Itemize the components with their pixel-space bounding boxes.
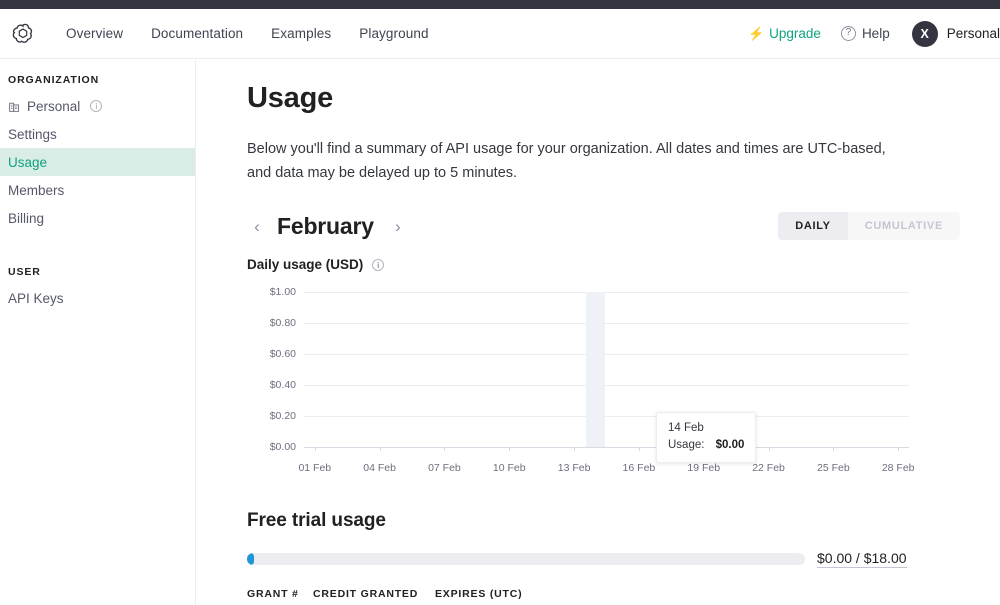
- tab-cumulative[interactable]: CUMULATIVE: [848, 212, 960, 240]
- x-axis-tick-mark: [574, 447, 576, 451]
- x-axis-tick-mark: [444, 447, 446, 451]
- chart-gridline: [304, 292, 909, 293]
- chart-title: Daily usage (USD) i: [247, 257, 960, 272]
- x-axis-tick-label: 28 Feb: [881, 462, 915, 474]
- help-button[interactable]: ? Help: [831, 20, 900, 47]
- progress-fill: [247, 553, 254, 565]
- site-header: Overview Documentation Examples Playgrou…: [0, 9, 1000, 59]
- x-axis-tick-mark: [314, 447, 316, 451]
- sidebar-item-label: Personal: [27, 98, 81, 114]
- grants-table: GRANT # CREDIT GRANTED EXPIRES (UTC) Gra…: [247, 588, 547, 605]
- free-trial-progress: $0.00 / $18.00: [247, 550, 960, 568]
- table-header-row: GRANT # CREDIT GRANTED EXPIRES (UTC): [247, 588, 547, 605]
- sidebar-section-user: USER: [8, 266, 41, 278]
- x-axis-tick-mark: [898, 447, 900, 451]
- x-axis-tick-mark: [833, 447, 835, 451]
- sidebar-item-label: Billing: [8, 210, 45, 226]
- avatar: X: [911, 20, 938, 47]
- main-content: Usage Below you'll find a summary of API…: [196, 60, 1000, 605]
- sidebar-item-label: Members: [8, 182, 65, 198]
- column-header-expires: EXPIRES (UTC): [435, 588, 547, 605]
- tab-daily[interactable]: DAILY: [778, 212, 848, 240]
- y-axis-tick-label: $0.60: [269, 348, 296, 360]
- tooltip-date: 14 Feb: [668, 422, 704, 434]
- account-menu[interactable]: X Personal: [900, 15, 1000, 53]
- sidebar-item-api-keys[interactable]: API Keys: [0, 284, 195, 312]
- chart-gridline: [304, 447, 909, 448]
- x-axis-tick-label: 04 Feb: [363, 462, 396, 474]
- app-root: Overview Documentation Examples Playgrou…: [0, 0, 1000, 605]
- current-month-label: February: [277, 212, 374, 239]
- nav-item-overview[interactable]: Overview: [52, 20, 137, 47]
- column-header-grant: GRANT #: [247, 588, 313, 605]
- x-axis-tick-label: 07 Feb: [428, 462, 461, 474]
- sidebar-item-label: API Keys: [8, 290, 64, 306]
- header-actions: ⚡ Upgrade ? Help X Personal: [738, 15, 1000, 53]
- sidebar-item-usage[interactable]: Usage: [0, 148, 195, 176]
- y-axis-tick-label: $0.80: [269, 317, 296, 329]
- progress-track: [247, 553, 805, 565]
- free-trial-title: Free trial usage: [247, 510, 386, 531]
- y-axis-tick-label: $0.40: [269, 379, 296, 391]
- info-circle-icon[interactable]: i: [372, 258, 385, 271]
- y-axis-tick-label: $1.00: [269, 286, 296, 298]
- x-axis-tick-mark: [509, 447, 511, 451]
- view-mode-toggle: DAILY CUMULATIVE: [778, 212, 960, 240]
- column-header-credit: CREDIT GRANTED: [313, 588, 435, 605]
- x-axis-tick-mark: [768, 447, 770, 451]
- usage-chart[interactable]: $0.00 $0.20 $0.40 $0.60 $0.80 $1.00 01 Feb 04 …: [247, 284, 915, 484]
- month-navigation: ‹ February › DAILY CUMULATIVE: [247, 211, 960, 241]
- sidebar-item-personal[interactable]: Personal i: [0, 92, 195, 120]
- openai-logo-icon[interactable]: [10, 21, 36, 47]
- tooltip-usage-label: Usage:: [668, 439, 705, 451]
- x-axis-tick-label: 01 Feb: [298, 462, 332, 474]
- chevron-left-icon[interactable]: ‹: [247, 218, 267, 235]
- x-axis-tick-label: 13 Feb: [557, 462, 591, 474]
- nav-item-examples[interactable]: Examples: [257, 20, 345, 47]
- x-axis-tick-mark: [638, 447, 640, 451]
- chart-title-text: Daily usage (USD): [247, 257, 364, 272]
- nav-item-playground[interactable]: Playground: [345, 20, 442, 47]
- x-axis-tick-label: 10 Feb: [492, 462, 526, 474]
- chart-gridline: [304, 323, 909, 324]
- sidebar-item-label: Usage: [8, 154, 48, 170]
- info-circle-icon[interactable]: i: [90, 100, 103, 112]
- y-axis-tick-label: $0.20: [269, 410, 296, 422]
- x-axis-tick-label: 16 Feb: [622, 462, 656, 474]
- page-description: Below you'll find a summary of API usage…: [247, 141, 886, 181]
- x-axis-tick-label: 19 Feb: [687, 462, 721, 474]
- chart-gridline: [304, 385, 909, 386]
- x-axis-tick-mark: [379, 447, 381, 451]
- sidebar: ORGANIZATION Personal i Settings Usage M…: [0, 60, 196, 605]
- y-axis-tick-label: $0.00: [269, 441, 296, 453]
- upgrade-button[interactable]: ⚡ Upgrade: [738, 20, 831, 47]
- tooltip-usage-row: Usage: $0.00: [668, 437, 744, 454]
- nav-item-documentation[interactable]: Documentation: [137, 20, 257, 47]
- chart-tooltip: 14 Feb Usage: $0.00: [656, 412, 757, 463]
- upgrade-label: Upgrade: [769, 26, 821, 41]
- x-axis-tick-label: 25 Feb: [817, 462, 850, 474]
- bolt-icon: ⚡: [747, 26, 765, 41]
- sidebar-section-organization: ORGANIZATION: [8, 74, 100, 86]
- question-circle-icon: ?: [840, 26, 856, 41]
- account-label: Personal: [946, 26, 1000, 41]
- chevron-right-icon[interactable]: ›: [388, 218, 408, 235]
- sidebar-item-label: Settings: [8, 126, 57, 142]
- chart-gridline: [304, 416, 909, 417]
- page-title: Usage: [247, 82, 334, 114]
- hover-column-highlight: [586, 292, 606, 447]
- building-icon: [8, 100, 21, 113]
- sidebar-item-settings[interactable]: Settings: [0, 120, 195, 148]
- x-axis-tick-label: 22 Feb: [752, 462, 785, 474]
- help-label: Help: [861, 26, 890, 41]
- chart-plot-area: $0.00 $0.20 $0.40 $0.60 $0.80 $1.00 01 Feb 04 …: [270, 286, 915, 474]
- sidebar-item-members[interactable]: Members: [0, 176, 195, 204]
- primary-nav: Overview Documentation Examples Playgrou…: [52, 20, 443, 47]
- progress-label: $0.00 / $18.00: [817, 550, 907, 568]
- chart-gridline: [304, 354, 909, 355]
- browser-top-strip: [0, 0, 1000, 9]
- sidebar-item-billing[interactable]: Billing: [0, 204, 195, 232]
- tooltip-usage-value: $0.00: [715, 439, 745, 451]
